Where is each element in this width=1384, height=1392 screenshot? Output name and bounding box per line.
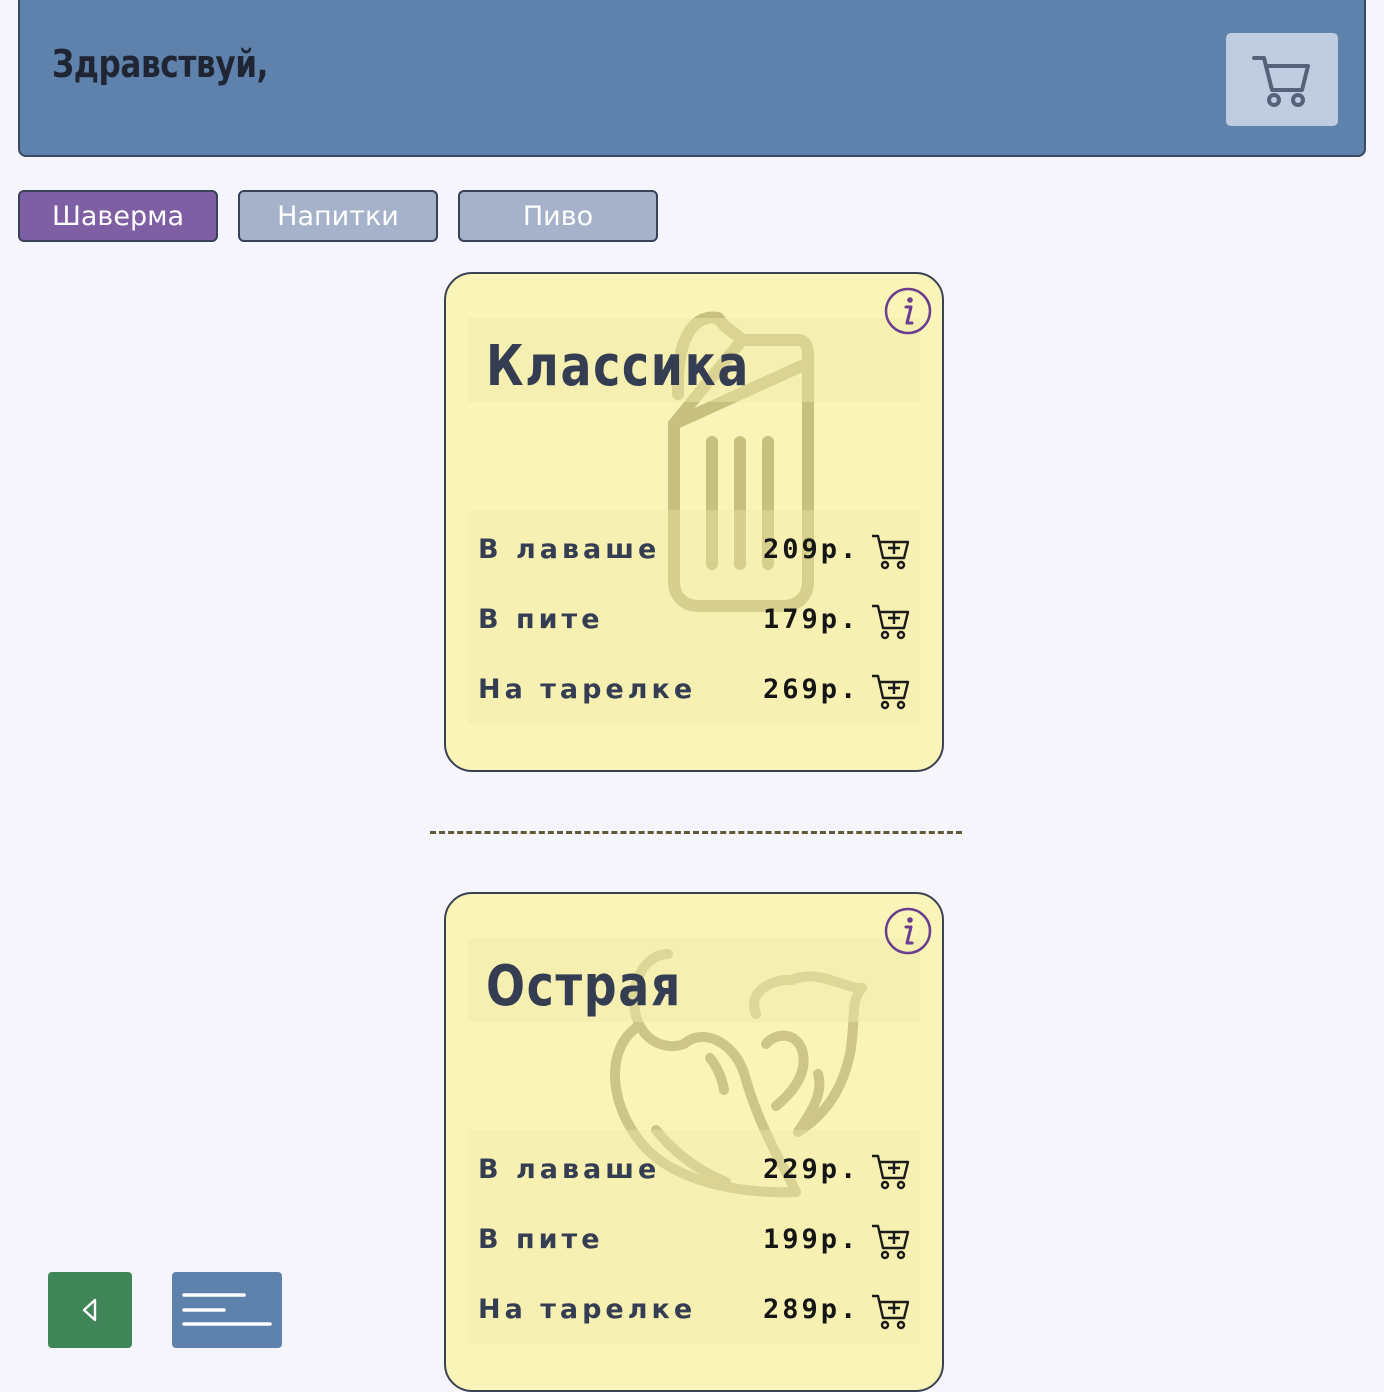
option-price: 289р.	[763, 1294, 860, 1325]
cart-plus-icon[interactable]	[870, 672, 910, 710]
back-button[interactable]	[48, 1272, 132, 1348]
shopping-cart-icon	[1252, 55, 1310, 107]
greeting-text: Здравствуй,	[52, 42, 269, 86]
cart-plus-icon[interactable]	[870, 532, 910, 570]
option-label: В пите	[478, 1224, 604, 1255]
tab-beer[interactable]: Пиво	[458, 190, 658, 242]
tab-shawarma[interactable]: Шаверма	[18, 190, 218, 242]
product-title: Классика	[486, 334, 751, 399]
option-price: 229р.	[763, 1154, 860, 1185]
header-bar: Здравствуй,	[18, 0, 1366, 157]
option-price: 269р.	[763, 674, 860, 705]
option-row: На тарелке 269р.	[478, 670, 918, 710]
option-row: В лаваше 229р.	[478, 1150, 918, 1190]
tab-drinks[interactable]: Напитки	[238, 190, 438, 242]
option-price: 179р.	[763, 604, 860, 635]
menu-lines-icon	[182, 1293, 272, 1326]
cart-plus-icon[interactable]	[870, 1152, 910, 1190]
cart-plus-icon[interactable]	[870, 1292, 910, 1330]
product-card-classic: Классика В лаваше 209р. В пите 179р. На …	[444, 272, 944, 772]
option-row: В пите 179р.	[478, 600, 918, 640]
option-label: В лаваше	[478, 1154, 661, 1185]
option-label: На тарелке	[478, 674, 697, 705]
product-title: Острая	[486, 954, 683, 1019]
option-row: На тарелке 289р.	[478, 1290, 918, 1330]
cart-button[interactable]	[1226, 33, 1338, 126]
info-icon[interactable]	[884, 907, 932, 955]
info-icon[interactable]	[884, 287, 932, 335]
cart-plus-icon[interactable]	[870, 1222, 910, 1260]
option-row: В пите 199р.	[478, 1220, 918, 1260]
product-card-spicy: Острая В лаваше 229р. В пите 199р. На та…	[444, 892, 944, 1392]
option-price: 209р.	[763, 534, 860, 565]
option-label: В лаваше	[478, 534, 661, 565]
section-divider	[430, 831, 962, 834]
option-label: На тарелке	[478, 1294, 697, 1325]
option-label: В пите	[478, 604, 604, 635]
chevron-left-icon	[82, 1298, 97, 1322]
cart-plus-icon[interactable]	[870, 602, 910, 640]
option-price: 199р.	[763, 1224, 860, 1255]
option-row: В лаваше 209р.	[478, 530, 918, 570]
menu-button[interactable]	[172, 1272, 282, 1348]
